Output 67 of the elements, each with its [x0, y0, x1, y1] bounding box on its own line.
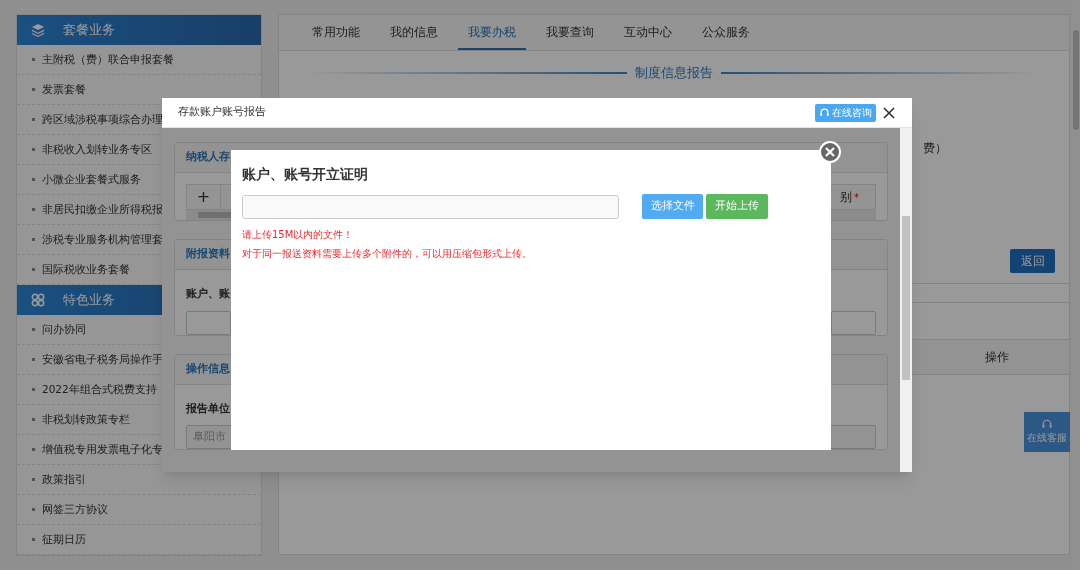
- bullet-icon: [32, 538, 35, 541]
- sidebar-item[interactable]: 问办协同: [42, 321, 86, 338]
- headset-icon: [1041, 418, 1053, 431]
- bullet-icon: [32, 328, 35, 331]
- nav-tab[interactable]: 公众服务: [692, 15, 760, 50]
- bullet-icon: [32, 448, 35, 451]
- bullet-icon: [32, 88, 35, 91]
- bullet-icon: [32, 508, 35, 511]
- field-label: 账户、账: [185, 286, 231, 302]
- sidebar-item[interactable]: 小微企业套餐式服务: [42, 171, 141, 188]
- nav-tab[interactable]: 我的信息: [380, 15, 448, 50]
- nav-tab[interactable]: 我要查询: [536, 15, 604, 50]
- panel-title: 操作信息: [186, 360, 230, 377]
- sidebar-item[interactable]: 涉税专业服务机构管理套: [42, 231, 163, 248]
- circles-icon: [31, 293, 45, 307]
- warning-text: 对于同一报送资料需要上传多个附件的，可以用压缩包形式上传。: [242, 247, 533, 261]
- section-title: 套餐业务: [63, 21, 115, 40]
- bullet-icon: [32, 268, 35, 271]
- dialog-title: 账户、账号开立证明: [242, 165, 369, 184]
- panel-title: 附报资料: [186, 246, 230, 263]
- chat-label: 在线客服: [1027, 431, 1067, 446]
- nav-tab[interactable]: 常用功能: [302, 15, 370, 50]
- scrollbar-thumb[interactable]: [1073, 30, 1079, 130]
- section-header[interactable]: 套餐业务: [17, 15, 261, 45]
- nav-tab[interactable]: 我要办税: [458, 15, 526, 50]
- sidebar-item[interactable]: 安徽省电子税务局操作手: [42, 351, 163, 368]
- field-label: 费）: [923, 139, 947, 157]
- scrollbar-thumb[interactable]: [902, 216, 910, 380]
- file-path-field[interactable]: [242, 194, 619, 219]
- close-icon[interactable]: [882, 105, 896, 120]
- sidebar-item[interactable]: 政策指引: [42, 471, 86, 488]
- required-mark: *: [854, 190, 859, 205]
- layers-icon: [31, 23, 45, 37]
- headset-icon: [819, 107, 830, 118]
- bullet-icon: [32, 238, 35, 241]
- panel-title: 纳税人存: [186, 149, 230, 166]
- bullet-icon: [32, 418, 35, 421]
- input-field[interactable]: [831, 310, 876, 335]
- sidebar-item[interactable]: 增值税专用发票电子化专: [42, 441, 163, 458]
- field-label: 报告单位: [185, 400, 231, 417]
- sidebar-item[interactable]: 非税划转政策专栏: [42, 411, 130, 428]
- bullet-icon: [32, 478, 35, 481]
- bullet-icon: [32, 58, 35, 61]
- sidebar-item[interactable]: 发票套餐: [42, 81, 86, 98]
- warning-text: 请上传15M以内的文件！: [242, 228, 355, 242]
- dialog-title: 存款账户账号报告: [178, 104, 267, 121]
- sidebar-item[interactable]: 2022年组合式税费支持: [42, 381, 157, 398]
- sidebar-item[interactable]: 主附税（费）联合申报套餐: [42, 51, 174, 68]
- column-header: 别: [840, 189, 852, 206]
- sidebar-item[interactable]: 国际税收业务套餐: [42, 261, 130, 278]
- sidebar-item[interactable]: 非居民扣缴企业所得税报: [42, 201, 163, 218]
- section-heading: 制度信息报告: [635, 64, 713, 82]
- bullet-icon: [32, 358, 35, 361]
- input-field[interactable]: [186, 310, 231, 335]
- bullet-icon: [32, 178, 35, 181]
- sidebar-item[interactable]: 网签三方协议: [42, 501, 108, 518]
- bullet-icon: [32, 148, 35, 151]
- back-button[interactable]: 返回: [1010, 248, 1055, 273]
- sidebar-item[interactable]: 征期日历: [42, 531, 86, 548]
- section-title: 特色业务: [63, 291, 115, 310]
- column-header: 操作: [985, 348, 1009, 366]
- bullet-icon: [32, 388, 35, 391]
- sidebar-item[interactable]: 跨区域涉税事项综合办理: [42, 111, 163, 128]
- bullet-icon: [32, 208, 35, 211]
- bullet-icon: [32, 118, 35, 121]
- nav-tab[interactable]: 互动中心: [614, 15, 682, 50]
- sidebar-item[interactable]: 非税收入划转业务专区: [42, 141, 152, 158]
